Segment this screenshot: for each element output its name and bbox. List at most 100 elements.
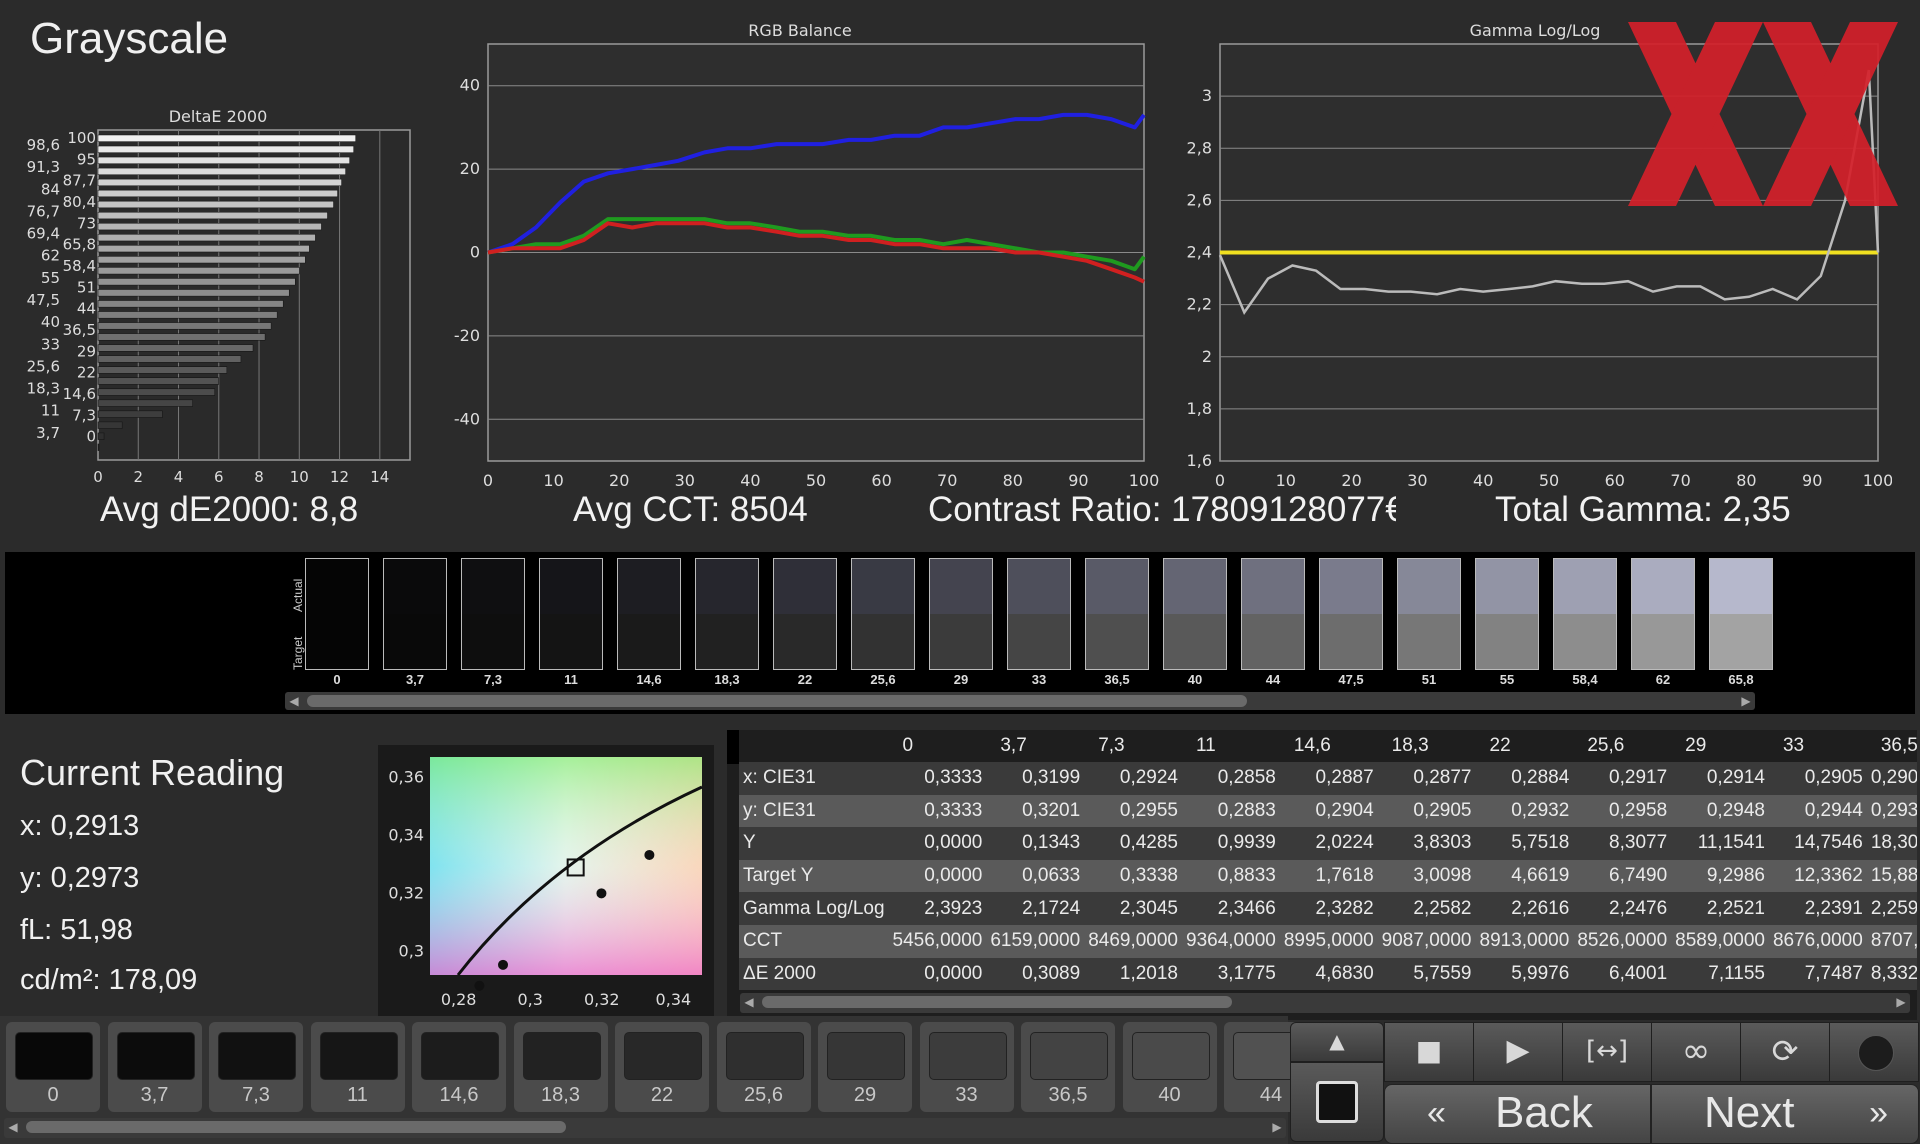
patch-target [774,614,836,669]
patch[interactable] [1085,558,1149,670]
bottom-scrollbar-thumb[interactable] [26,1121,566,1133]
patch[interactable] [1553,558,1617,670]
swatch-button[interactable]: 36,5 [1021,1022,1115,1112]
bar [97,167,346,175]
record-button[interactable] [1829,1022,1919,1082]
x-tick-label: 10 [1276,471,1296,486]
swatch-color [725,1032,804,1080]
patch[interactable] [929,558,993,670]
bar [97,256,306,264]
bottom-scroll-left-icon[interactable]: ◀ [4,1118,22,1136]
table-cell: 0,8833 [1182,859,1280,893]
fit-button[interactable]: [↔] [1562,1022,1652,1082]
bar [97,355,242,363]
swatch-button[interactable]: 11 [310,1022,405,1112]
table-cell: 8,3329 [1866,957,1917,991]
patch-target [696,614,758,669]
scroll-left-icon[interactable]: ◀ [285,692,303,710]
patch[interactable] [461,558,525,670]
table-scroll-left-icon[interactable]: ◀ [740,993,758,1011]
table-cell: 0,2905 [1866,762,1917,795]
back-button[interactable]: « Back [1384,1084,1651,1144]
stop-big-button[interactable] [1290,1062,1384,1142]
patch-target [1632,614,1694,669]
loop-button[interactable]: ∞ [1651,1022,1741,1082]
bar [97,289,290,297]
bar [97,134,356,142]
play-icon: ▶ [1506,1033,1530,1068]
scroll-right-icon[interactable]: ▶ [1737,692,1755,710]
table-cell: 11,1541 [1671,827,1769,860]
next-button[interactable]: Next » [1651,1084,1919,1144]
patch-label: 44 [1265,672,1281,687]
patch[interactable] [1475,558,1539,670]
scroll-up-button[interactable]: ▲ [1290,1022,1384,1062]
patch[interactable] [383,558,447,670]
patch[interactable] [851,558,915,670]
stop-button[interactable]: ■ [1384,1022,1474,1082]
bottom-scroll-right-icon[interactable]: ▶ [1268,1118,1286,1136]
bar [97,200,334,209]
table-cell: 0,2944 [1768,794,1867,828]
swatch-color [522,1032,601,1080]
table-cell: 0,3199 [986,762,1085,795]
x-tick-label: 0 [483,471,493,486]
patch[interactable] [1319,558,1383,670]
swatch-button[interactable]: 3,7 [107,1022,202,1112]
table-cell: 0,2948 [1671,794,1769,828]
x-tick-label: 70 [937,471,957,486]
bottom-scrollbar[interactable]: ◀ ▶ [4,1118,1286,1138]
table-scrollbar-thumb[interactable] [762,996,1232,1008]
bar [97,211,328,220]
patch[interactable] [1709,558,1773,670]
swatch-button[interactable]: 33 [919,1022,1014,1112]
patch[interactable] [1397,558,1461,670]
patch[interactable] [773,558,837,670]
swatch-button[interactable]: 40 [1122,1022,1217,1112]
swatch-button[interactable]: 22 [615,1022,709,1112]
swatch-button[interactable]: 0 [6,1022,100,1112]
y-tick-label: 40 [460,76,480,95]
patch-label: 65,8 [1728,672,1754,687]
scrollbar-thumb[interactable] [307,695,1247,707]
swatch-button[interactable]: 25,6 [716,1022,811,1112]
swatch-button[interactable]: 7,3 [209,1022,303,1112]
patch-actual [1320,559,1382,614]
y-tick-label: 44 [77,300,96,318]
swatch-label: 18,3 [541,1084,580,1106]
y-tick-label: 95 [77,150,96,168]
patch[interactable] [617,558,681,670]
x-tick-label: 30 [675,471,695,486]
patch[interactable] [1007,558,1071,670]
swatch-color [1030,1032,1108,1080]
patch[interactable] [1241,558,1305,670]
table-scrollbar[interactable]: ◀ ▶ [740,993,1910,1013]
table-cell: 6,7490 [1573,859,1672,893]
avg-de-stat: Avg dE2000: 8,8 [100,490,359,529]
table-scroll-right-icon[interactable]: ▶ [1892,993,1910,1011]
patch[interactable] [1163,558,1227,670]
play-button[interactable]: ▶ [1473,1022,1563,1082]
patch-strip-scrollbar[interactable]: ◀ ▶ [285,692,1755,710]
patch-target [1008,614,1070,669]
swatch-color [827,1032,905,1080]
swatch-button[interactable]: 14,6 [412,1022,506,1112]
patch[interactable] [1631,558,1695,670]
table-cell: 3,1775 [1182,957,1280,991]
patch-actual [1398,559,1460,614]
patch[interactable] [305,558,369,670]
measured-point [474,980,485,991]
x-tick-label: 12 [330,468,349,485]
refresh-button[interactable]: ⟳ [1740,1022,1830,1082]
table-row: Y 0,0000 0,1343 0,4285 0,9939 2,0224 3,8303 5,7… [739,827,1917,860]
swatch-button[interactable]: 18,3 [513,1022,608,1112]
x-tick-label: 20 [1341,471,1361,486]
table-cell: 0,2858 [1182,762,1280,795]
table-cell: 15,885 [1866,859,1917,893]
swatch-color [218,1032,296,1080]
table-cell: 2,2593 [1866,892,1917,925]
y-tick-label: 87,7 [63,172,96,190]
patch[interactable] [695,558,759,670]
patch[interactable] [539,558,603,670]
swatch-button[interactable]: 29 [818,1022,912,1112]
